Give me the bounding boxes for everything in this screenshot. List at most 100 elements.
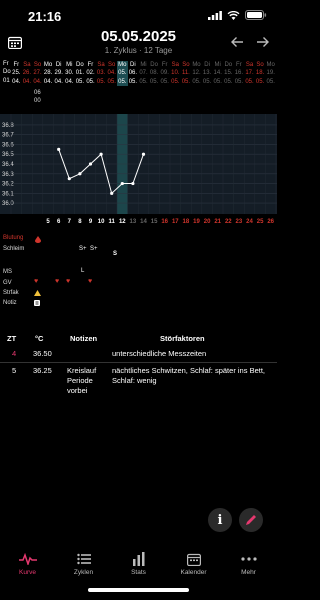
cycle-day-label: 22 — [225, 219, 232, 225]
day-column[interactable]: So 18. 05. — [255, 61, 266, 86]
tab-label: Stats — [131, 569, 146, 576]
month-label: 05. — [213, 78, 222, 85]
tab-mehr[interactable]: Mehr — [221, 551, 276, 576]
day-label: 10. — [171, 70, 180, 77]
day-label: 12. — [192, 70, 201, 77]
tab-label: Kurve — [19, 569, 36, 576]
arrow-right-icon[interactable] — [256, 36, 270, 48]
month-label: 05. — [224, 78, 233, 85]
y-tick-label: 36.4 — [2, 162, 14, 168]
calendar-grid-icon[interactable] — [8, 36, 22, 49]
day-column[interactable]: Mo 05. 05. — [117, 61, 128, 86]
day-column[interactable]: Sa 10. 05. — [170, 61, 181, 86]
weekday-label: Fr — [236, 62, 242, 68]
time-label: 06 — [34, 90, 41, 96]
day-label: 26. — [22, 70, 32, 77]
day-column[interactable]: Di 06. 05. — [128, 61, 139, 86]
month-label: 04. — [43, 78, 53, 85]
tab-kalender[interactable]: Kalender — [166, 551, 221, 576]
day-label: 29. — [54, 70, 63, 77]
day-column[interactable]: Di 29. 04. — [53, 61, 64, 86]
header-factors: Störfaktoren — [160, 334, 205, 343]
row-divider — [0, 362, 277, 363]
day-column[interactable]: Mo 28. 04. — [43, 61, 54, 86]
header-temp: °C — [35, 334, 44, 343]
status-icons — [208, 10, 267, 20]
weekday-label: Do — [150, 62, 158, 68]
day-label: 25. — [12, 70, 21, 77]
cycle-day-label: 16 — [161, 219, 168, 225]
day-column[interactable]: Mi 30. 04. — [64, 61, 75, 86]
home-indicator — [88, 588, 189, 592]
row-label: Fr — [3, 61, 9, 67]
month-label: 05. — [118, 78, 127, 85]
day-label: 27. — [33, 70, 42, 77]
day-column[interactable]: Sa 17. 05. — [244, 61, 255, 86]
day-column[interactable]: Do 08. 05. — [149, 61, 160, 86]
blood-drop-icon — [35, 236, 41, 243]
day-column[interactable]: Mi 14. 05. — [212, 61, 223, 86]
schleim-mark: S — [113, 251, 118, 257]
stats-icon — [132, 552, 144, 566]
time-label: 00 — [34, 98, 41, 104]
day-column[interactable]: Mo 12. 05. — [191, 61, 202, 86]
day-column[interactable]: So 27. 04. — [32, 61, 43, 86]
day-column[interactable]: Fr 16. 05. — [234, 61, 245, 86]
weekday-label: Fr — [13, 62, 20, 68]
cycle-day-label: 23 — [236, 219, 243, 225]
weekday-label: Sa — [171, 62, 179, 68]
weekday-label: Mo — [192, 62, 201, 68]
signal-icon — [208, 10, 222, 20]
temperature-chart[interactable]: 36.836.736.636.536.436.336.236.136.05 6 7 8… — [0, 114, 277, 226]
month-label: 05. — [202, 78, 212, 85]
weekday-label: Mi — [214, 62, 221, 68]
tab-zyklen[interactable]: Zyklen — [56, 551, 111, 576]
day-label: 02. — [86, 70, 95, 77]
day-label: 01. — [75, 70, 85, 77]
weekday-label: Mo — [118, 62, 127, 68]
weekday-label: Di — [204, 62, 210, 68]
row-factors: nächtliches Schwitzen, Schlaf: später in… — [112, 366, 265, 385]
row-notes: Kreislauf Periode vorbei — [67, 366, 97, 395]
y-tick-label: 36.6 — [2, 142, 14, 148]
day-column[interactable]: Sa 03. 05. — [96, 61, 107, 86]
month-label: 05. — [234, 78, 244, 85]
tab-kurve[interactable]: Kurve — [0, 551, 55, 576]
day-column[interactable]: Fr 02. 05. — [85, 61, 96, 86]
day-column[interactable]: So 11. 05. — [181, 61, 192, 86]
info-button[interactable]: i — [208, 508, 232, 532]
day-column[interactable]: Fr 09. 05. — [159, 61, 170, 86]
day-label: 07. — [139, 70, 148, 77]
day-column[interactable]: Do 01. 05. — [75, 61, 86, 86]
month-label: 05. — [160, 78, 169, 85]
label-ms: MS — [3, 269, 12, 275]
day-column[interactable]: Do 15. 05. — [223, 61, 234, 86]
day-label: 18. — [255, 70, 265, 77]
edit-button[interactable] — [239, 508, 263, 532]
day-column[interactable]: Sa 26. 04. — [22, 61, 33, 86]
row-label: 01 — [3, 77, 10, 84]
y-tick-label: 36.5 — [2, 152, 14, 158]
weekday-label: Fr — [87, 62, 94, 68]
y-tick-label: 36.1 — [2, 191, 14, 197]
cycle-day-label: 17 — [172, 219, 179, 225]
day-column[interactable]: So 04. 05. — [106, 61, 117, 86]
arrow-left-icon[interactable] — [230, 36, 244, 48]
day-column[interactable]: Fr 25. 04. — [11, 61, 22, 86]
weekday-label: Sa — [245, 62, 254, 68]
temperature-point — [57, 147, 61, 151]
month-label: 04. — [54, 78, 63, 85]
tab-stats[interactable]: Stats — [111, 551, 166, 576]
cycle-day-label: 13 — [130, 219, 137, 225]
heart-icon: ♥ — [88, 278, 93, 285]
month-label: 04. — [12, 78, 21, 85]
day-label: 11. — [181, 70, 190, 77]
day-label: 08. — [149, 70, 159, 77]
day-column[interactable]: Mo 19. 05. — [265, 61, 276, 86]
temperature-point — [99, 152, 103, 156]
month-label: 04. — [65, 78, 74, 85]
day-column[interactable]: Mi 07. 05. — [138, 61, 149, 86]
month-label: 05. — [245, 78, 254, 85]
day-column[interactable]: Di 13. 05. — [202, 61, 213, 86]
note-icon — [34, 300, 40, 306]
